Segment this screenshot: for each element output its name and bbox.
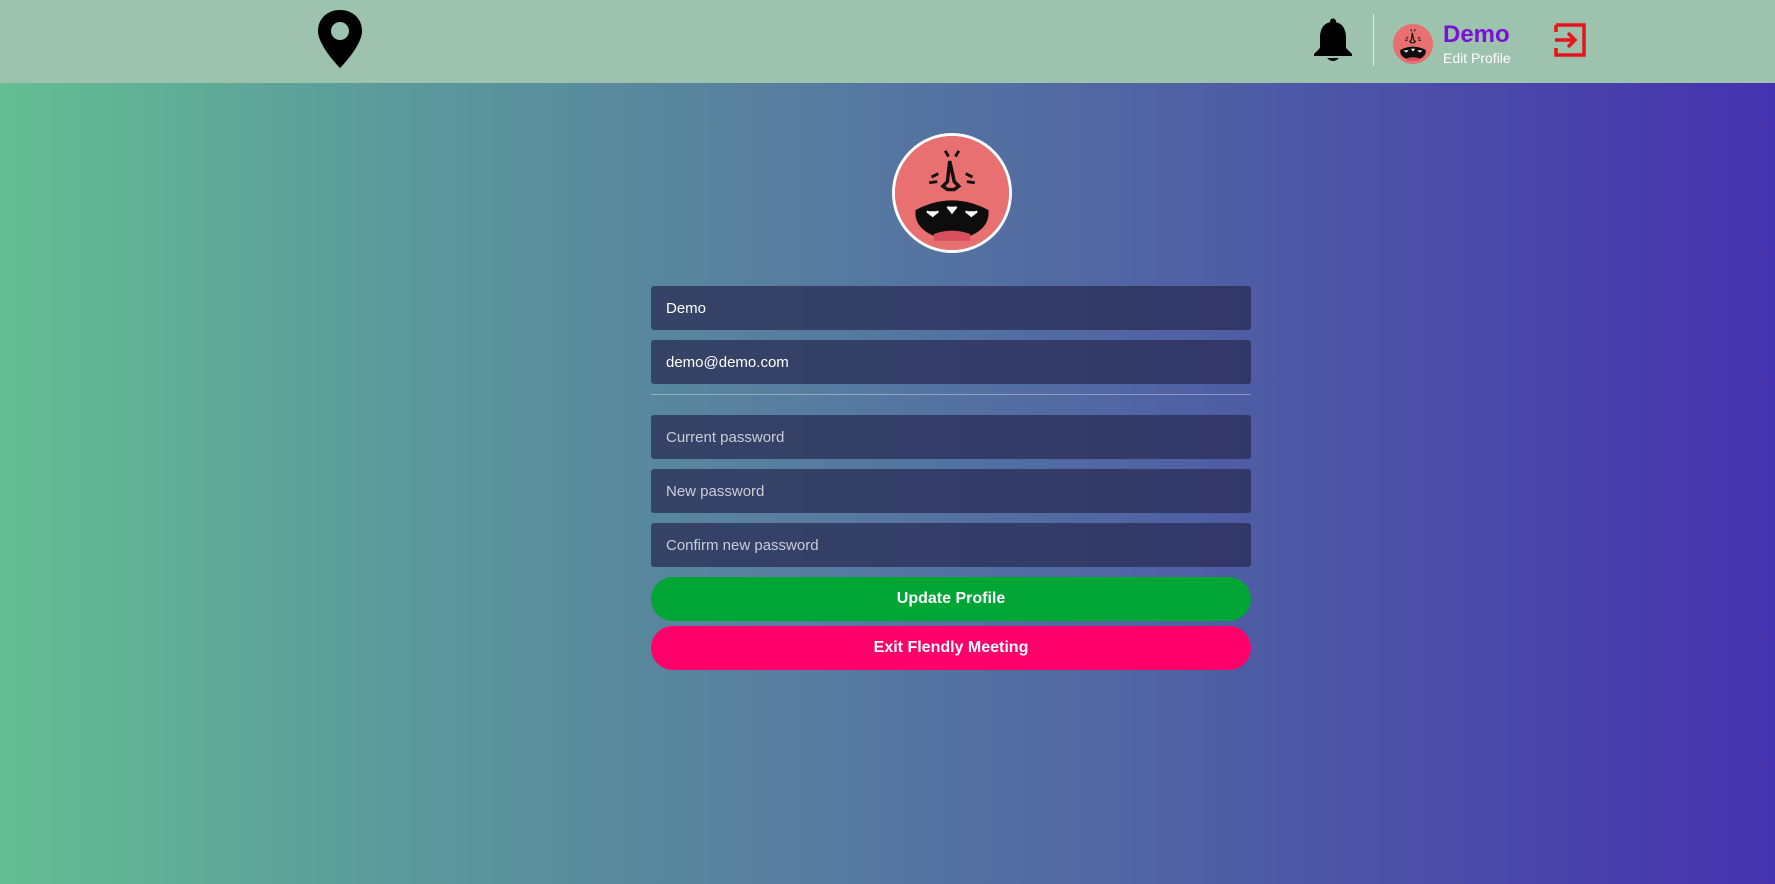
name-field[interactable] (651, 286, 1251, 330)
new-password-field[interactable] (651, 469, 1251, 513)
avatar[interactable] (1393, 24, 1433, 64)
sign-out-icon[interactable] (1553, 23, 1587, 57)
profile-avatar[interactable] (892, 133, 1012, 253)
user-profile-link[interactable]: Demo Edit Profile (1393, 19, 1511, 69)
edit-profile-link[interactable]: Edit Profile (1443, 51, 1511, 65)
confirm-password-field[interactable] (651, 523, 1251, 567)
email-field[interactable] (651, 340, 1251, 384)
navbar-divider (1373, 14, 1374, 66)
top-navbar: Demo Edit Profile (0, 0, 1775, 83)
profile-form: Update Profile Exit Flendly Meeting (651, 286, 1251, 670)
update-profile-button[interactable]: Update Profile (651, 577, 1251, 621)
map-marker-icon[interactable] (316, 9, 364, 69)
current-password-field[interactable] (651, 415, 1251, 459)
user-name: Demo (1443, 21, 1510, 48)
bell-icon[interactable] (1312, 18, 1354, 62)
exit-meeting-button[interactable]: Exit Flendly Meeting (651, 626, 1251, 670)
form-divider (651, 394, 1251, 395)
user-info: Demo Edit Profile (1443, 21, 1511, 66)
